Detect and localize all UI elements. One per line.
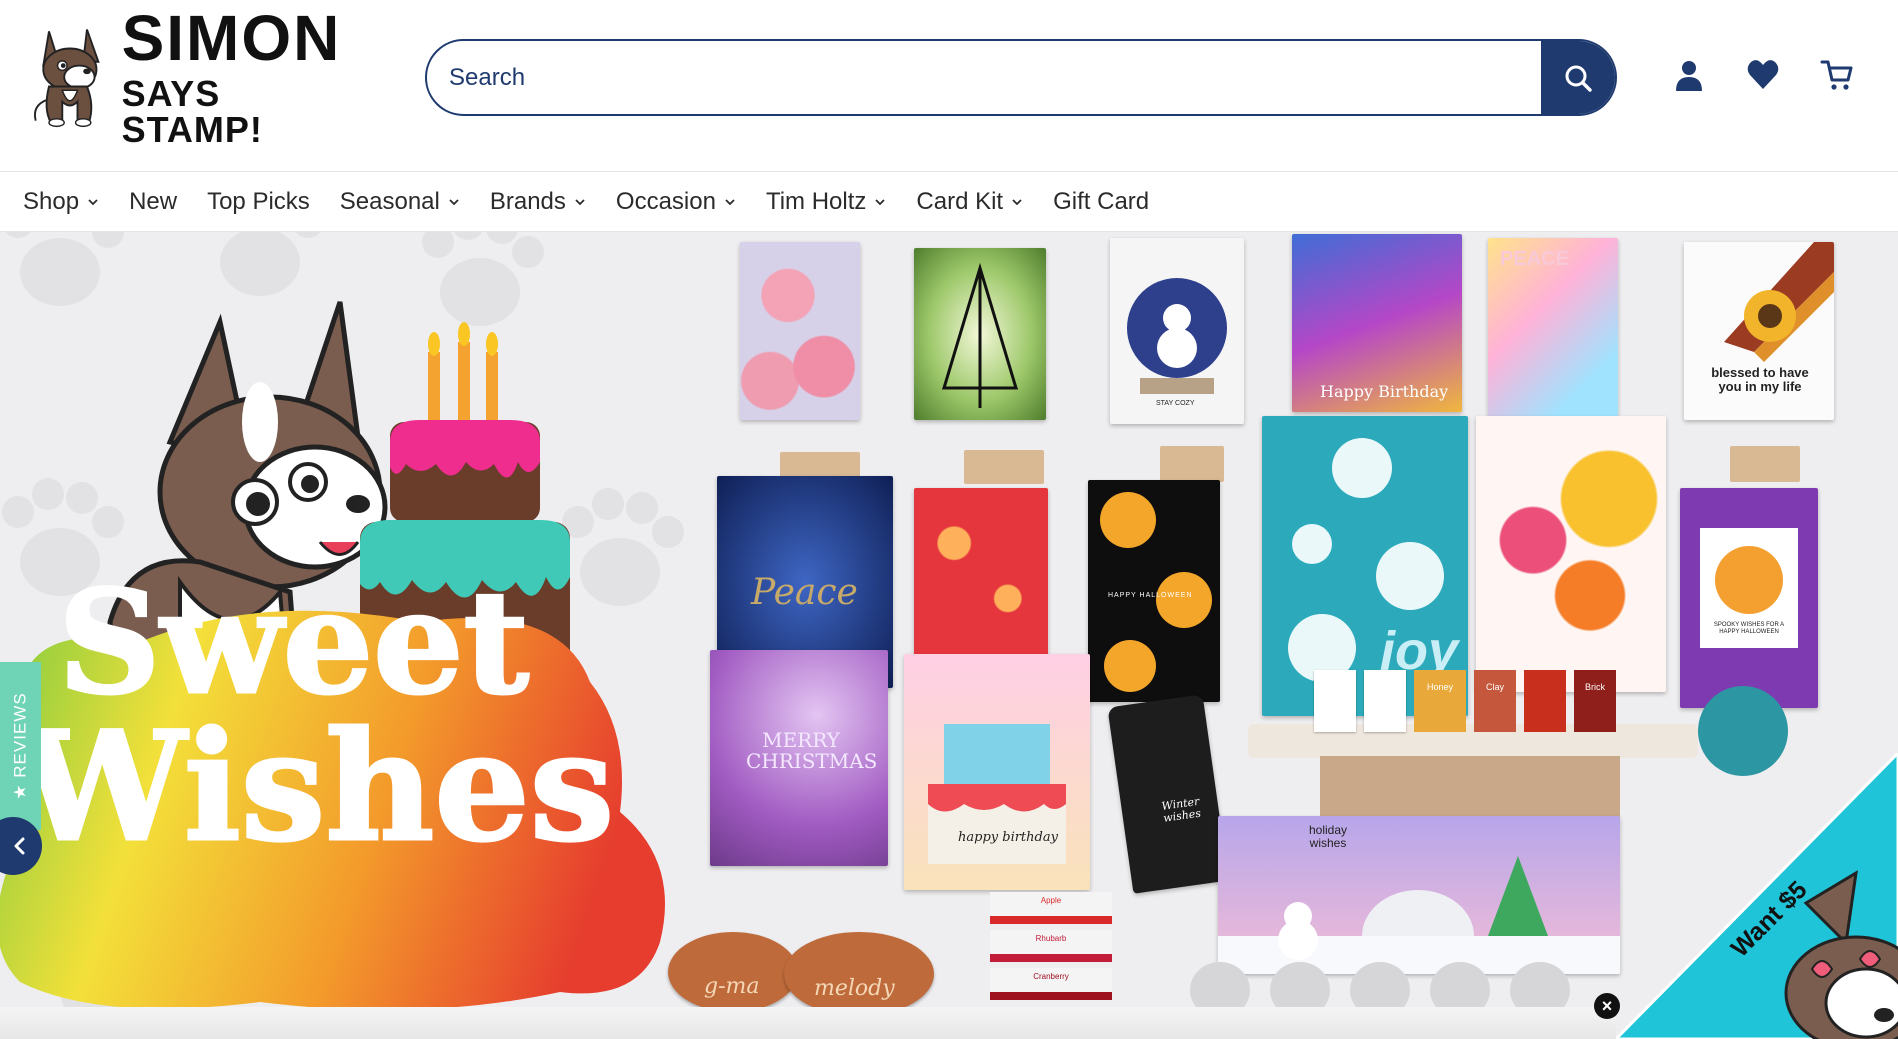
ink-cubes: Honey Clay Brick xyxy=(1314,670,1674,740)
nav-item-gift-card[interactable]: Gift Card xyxy=(1053,188,1149,216)
site-logo[interactable]: SIMON SAYS STAMP! xyxy=(30,6,360,148)
logo-line-1: SIMON xyxy=(121,2,342,74)
card-text-merry-christmas: MERRY CHRISTMAS xyxy=(746,728,878,773)
nav-item-tim-holtz[interactable]: Tim Holtz xyxy=(766,188,886,216)
want-5-promo-corner[interactable] xyxy=(1616,753,1898,1039)
chevron-left-icon xyxy=(14,837,25,855)
card-tree-green xyxy=(914,248,1046,420)
card-text-happy-halloween: HAPPY HALLOWEEN xyxy=(1108,592,1193,599)
reviews-tab[interactable]: ★ REVIEWS xyxy=(0,662,41,830)
card-text-winter-wishes: Winter wishes xyxy=(1160,794,1202,825)
nav-item-label: Brands xyxy=(489,187,566,215)
mini-pie-melody: melody xyxy=(784,932,934,1016)
card-text-peace-blue: Peace xyxy=(751,572,858,613)
mini-pie-gma: g-ma xyxy=(668,932,798,1012)
card-halloween-moon: HAPPY HALLOWEEN xyxy=(1088,480,1220,702)
nav-item-brands[interactable]: Brands xyxy=(490,188,586,216)
card-stand xyxy=(1730,446,1800,482)
nav-item-label: Card Kit xyxy=(916,187,1004,215)
card-text-happy-birthday-top: Happy Birthday xyxy=(1320,382,1449,401)
nav-item-label: Seasonal xyxy=(339,187,440,215)
site-header: SIMON SAYS STAMP! xyxy=(0,0,1898,171)
hero-headline-line-1: Sweet xyxy=(56,560,530,726)
card-red-flowers xyxy=(914,488,1048,672)
hero-bottom-edge xyxy=(0,1007,1616,1039)
card-stand xyxy=(964,450,1044,484)
pumpkin-ghost-illustration xyxy=(1700,528,1798,648)
card-sunflower: blessed to have you in my life xyxy=(1684,242,1834,420)
ink-cube-clay: Clay xyxy=(1474,670,1516,732)
card-snowflakes-peace: PEACE xyxy=(1488,238,1618,416)
nav-item-label: Tim Holtz xyxy=(765,187,867,215)
card-pumpkins: SPOOKY WISHES FOR A HAPPY HALLOWEEN xyxy=(1680,488,1818,708)
nav-item-label: Shop xyxy=(23,187,80,215)
boston-terrier-logo-icon xyxy=(34,29,100,128)
search-icon xyxy=(1565,65,1592,92)
ink-cube-red xyxy=(1524,670,1566,732)
halloween-moons-illustration xyxy=(1100,492,1212,692)
reviews-tab-label: ★ REVIEWS xyxy=(10,692,30,800)
logo-line-2: SAYS STAMP! xyxy=(121,73,263,150)
nav-item-seasonal[interactable]: Seasonal xyxy=(340,188,460,216)
snowman-globe-illustration xyxy=(1127,278,1227,394)
account-icon[interactable] xyxy=(1672,58,1706,92)
card-merry-christmas: MERRY CHRISTMAS xyxy=(710,650,888,866)
ink-pad-cranberry: Cranberry xyxy=(990,968,1112,1000)
chevron-down-icon xyxy=(1012,198,1022,205)
main-nav: Shop New Top Picks Seasonal Brands Occas… xyxy=(0,171,1898,232)
chevron-down-icon xyxy=(88,198,98,205)
search-button[interactable] xyxy=(1541,41,1615,114)
cart-icon[interactable] xyxy=(1820,58,1854,92)
chevron-down-icon xyxy=(725,198,735,205)
pie-label-melody: melody xyxy=(814,976,895,1001)
nav-item-shop[interactable]: Shop xyxy=(23,188,99,216)
header-actions xyxy=(1672,58,1854,92)
ink-cube xyxy=(1314,670,1356,732)
promo-close-button[interactable]: × xyxy=(1594,993,1620,1019)
card-text-peace-top: PEACE xyxy=(1500,248,1569,270)
card-snowglobe: STAY COZY xyxy=(1110,238,1244,424)
card-text-holiday-wishes: holiday wishes xyxy=(1308,823,1348,851)
hero-headline-line-2: Wishes xyxy=(16,699,615,875)
ink-cube-honey: Honey xyxy=(1414,670,1466,732)
card-text-stay-cozy: STAY COZY xyxy=(1156,400,1195,407)
tree-illustration xyxy=(941,262,1019,408)
ink-cube-brick: Brick xyxy=(1574,670,1616,732)
igloo-penguins-illustration xyxy=(1218,856,1620,974)
chevron-down-icon xyxy=(575,198,585,205)
wishlist-heart-icon[interactable] xyxy=(1746,58,1780,92)
chevron-down-icon xyxy=(875,198,886,205)
search-bar xyxy=(425,39,1617,116)
card-text-spooky: SPOOKY WISHES FOR A HAPPY HALLOWEEN xyxy=(1713,622,1785,636)
nav-item-occasion[interactable]: Occasion xyxy=(616,188,736,216)
ink-pad-apple: Apple xyxy=(990,892,1112,924)
card-roses xyxy=(740,242,860,420)
nav-item-label: Top Picks xyxy=(207,187,310,215)
nav-item-card-kit[interactable]: Card Kit xyxy=(916,188,1023,216)
card-text-happy-birthday: happy birthday xyxy=(958,830,1058,845)
nav-item-label: Gift Card xyxy=(1053,187,1150,215)
hero-banner[interactable]: Sweet Wishes STAY COZY Happy Birthday PE… xyxy=(0,232,1898,1039)
ink-cube xyxy=(1364,670,1406,732)
rainbow-cake-illustration xyxy=(928,724,1066,864)
card-birthday-cake-rainbow: happy birthday xyxy=(904,654,1090,890)
ink-pad-rhubarb: Rhubarb xyxy=(990,930,1112,962)
pie-label-gma: g-ma xyxy=(704,974,760,999)
card-stand xyxy=(1160,446,1224,482)
card-balloon-cake: Happy Birthday xyxy=(1292,234,1462,412)
nav-item-label: Occasion xyxy=(615,187,716,215)
chevron-down-icon xyxy=(449,198,459,205)
search-input[interactable] xyxy=(427,41,1541,114)
nav-item-label: New xyxy=(129,187,178,215)
card-text-blessed: blessed to have you in my life xyxy=(1711,365,1809,395)
card-winter-wishes-tag: Winter wishes xyxy=(1107,694,1229,894)
nav-item-new[interactable]: New xyxy=(129,188,177,216)
logo-wordmark: SIMON SAYS STAMP! xyxy=(122,6,360,148)
card-holiday-wishes-penguins: holiday wishes xyxy=(1218,816,1620,974)
card-sunflowers-colorful xyxy=(1476,416,1666,692)
ink-pad-stack: Apple Rhubarb Cranberry xyxy=(990,892,1112,1010)
nav-item-top-picks[interactable]: Top Picks xyxy=(207,188,310,216)
